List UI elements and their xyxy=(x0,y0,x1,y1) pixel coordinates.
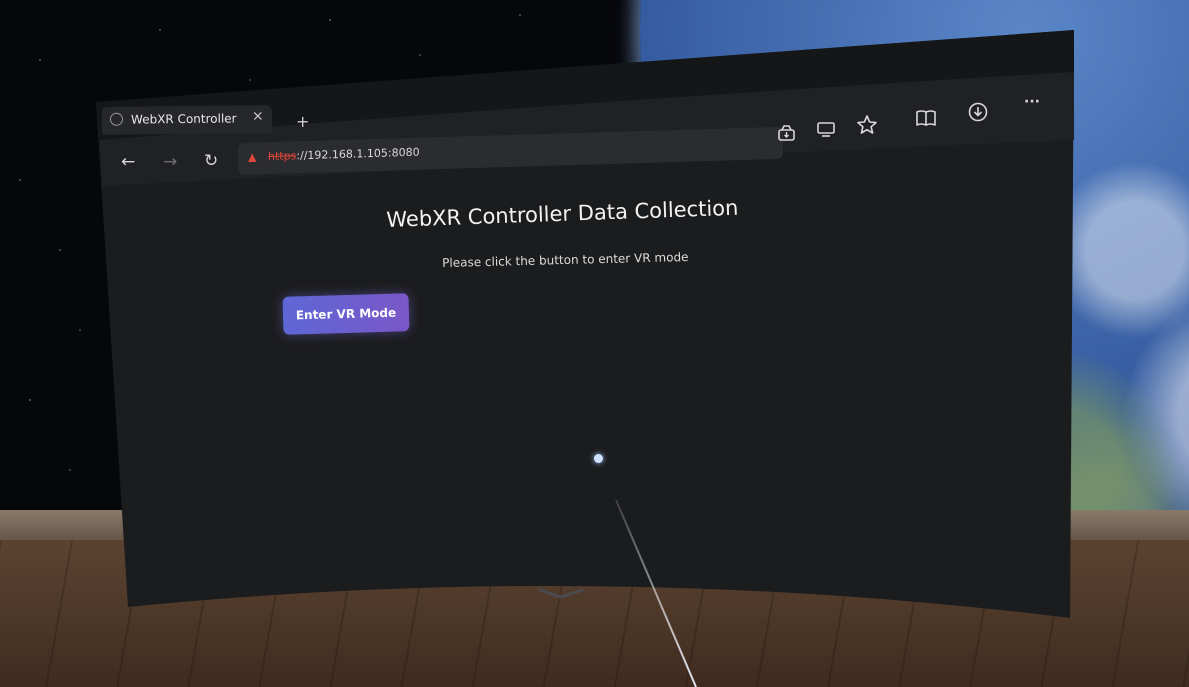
pointer-cursor xyxy=(594,454,603,463)
vr-scene: WebXR Controller Da × + ← → ↻ ▲ https://… xyxy=(0,0,1189,687)
pointer-ray-line xyxy=(615,499,697,687)
controller-pointer-ray xyxy=(615,499,697,687)
